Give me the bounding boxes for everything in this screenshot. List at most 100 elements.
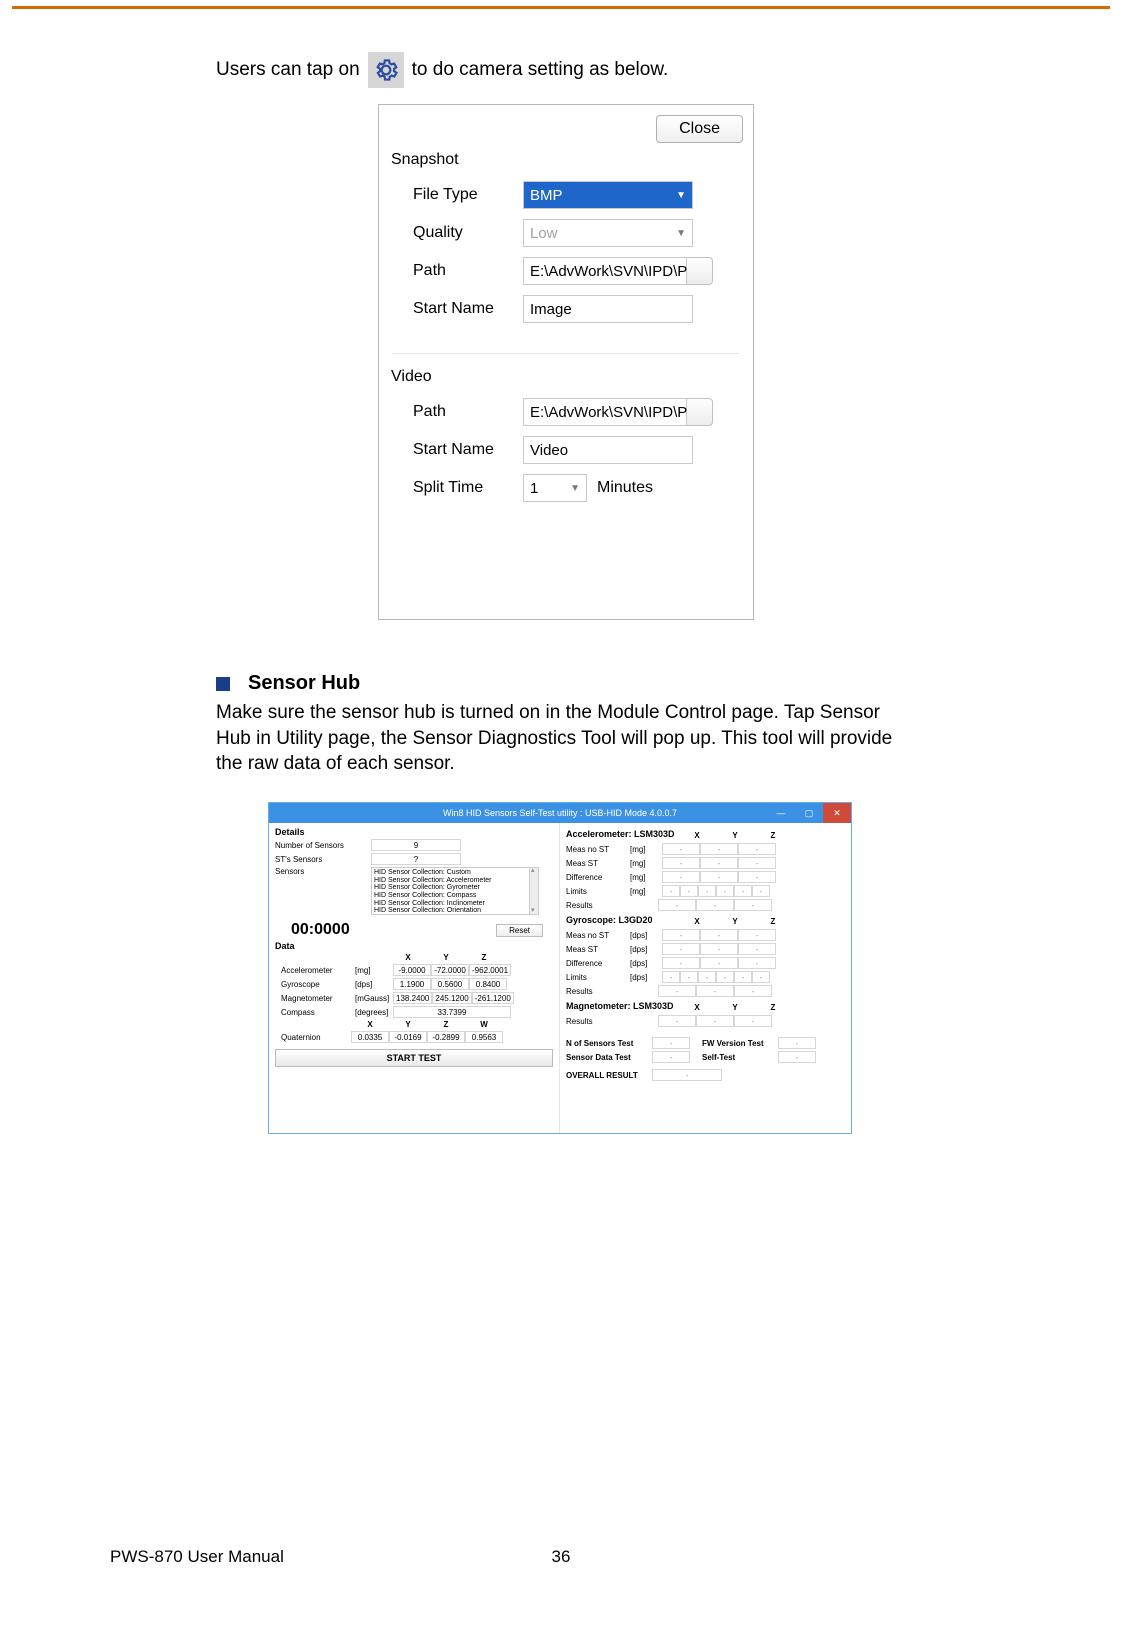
accel-unit: [mg] bbox=[355, 966, 393, 975]
cell: - bbox=[700, 857, 738, 869]
list-item: HID Sensor Collection: Accelerometer bbox=[374, 877, 536, 885]
cell: - bbox=[738, 943, 776, 955]
list-item: HID Sensor Collection: Gyrometer bbox=[374, 884, 536, 892]
section-body: Make sure the sensor hub is turned on in… bbox=[216, 700, 904, 777]
row-unit: [mg] bbox=[630, 859, 662, 868]
cell: - bbox=[662, 857, 700, 869]
compass-label: Compass bbox=[281, 1008, 351, 1017]
axis-w: W bbox=[465, 1020, 503, 1029]
row-unit: [mg] bbox=[630, 845, 662, 854]
accel-y: -72.0000 bbox=[431, 964, 469, 976]
gyro-x: 1.1900 bbox=[393, 978, 431, 990]
file-type-label: File Type bbox=[413, 186, 523, 204]
quality-select[interactable]: Low ▼ bbox=[523, 219, 693, 247]
row-unit: [mg] bbox=[630, 873, 662, 882]
cell: - bbox=[698, 971, 716, 983]
row-label: Limits bbox=[566, 887, 626, 896]
gear-icon bbox=[368, 52, 404, 88]
compass-value: 33.7399 bbox=[393, 1006, 511, 1018]
gyro-label: Gyroscope bbox=[281, 980, 351, 989]
list-item: HID Sensor Collection: Inclinometer bbox=[374, 900, 536, 908]
cell: - bbox=[652, 1037, 690, 1049]
video-path-input[interactable]: E:\AdvWork\SVN\IPD\P bbox=[523, 398, 687, 426]
magn-y: 245.1200 bbox=[432, 992, 471, 1004]
row-label: Results bbox=[566, 901, 658, 910]
snapshot-path-browse-button[interactable] bbox=[687, 257, 713, 285]
row-label: Meas no ST bbox=[566, 931, 626, 940]
split-time-select[interactable]: 1 ▼ bbox=[523, 474, 587, 502]
cell: - bbox=[716, 971, 734, 983]
intro-line: Users can tap on to do camera setting as… bbox=[216, 52, 668, 88]
axis-y: Y bbox=[716, 831, 754, 840]
sensor-diagnostics-window: Win8 HID Sensors Self-Test utility : USB… bbox=[268, 802, 852, 1134]
footer-page: 36 bbox=[110, 1547, 1012, 1567]
row-label: Results bbox=[566, 987, 658, 996]
cell: - bbox=[680, 971, 698, 983]
sensor-window-title: Win8 HID Sensors Self-Test utility : USB… bbox=[443, 808, 677, 818]
cell: - bbox=[658, 899, 696, 911]
cell: - bbox=[700, 871, 738, 883]
magn-label: Magnetometer bbox=[281, 994, 351, 1003]
sensor-right-panel: Accelerometer: LSM303D X Y Z Meas no ST[… bbox=[560, 823, 851, 1133]
accel-label: Accelerometer bbox=[281, 966, 351, 975]
quat-label: Quaternion bbox=[281, 1033, 351, 1042]
scrollbar[interactable] bbox=[529, 868, 538, 914]
sensors-listbox[interactable]: HID Sensor Collection: Custom HID Sensor… bbox=[371, 867, 539, 915]
cell: - bbox=[696, 985, 734, 997]
cell: - bbox=[734, 1015, 772, 1027]
video-startname-label: Start Name bbox=[413, 441, 523, 459]
list-item: HID Sensor Collection: Custom bbox=[374, 869, 536, 877]
intro-after: to do camera setting as below. bbox=[412, 57, 669, 83]
num-sensors-value: 9 bbox=[371, 839, 461, 851]
page-footer: PWS-870 User Manual 36 bbox=[110, 1547, 1012, 1567]
row-label: Meas ST bbox=[566, 859, 626, 868]
axis-x: X bbox=[389, 953, 427, 962]
compass-unit: [degrees] bbox=[355, 1008, 393, 1017]
list-item: HID Sensor Collection: Orientation bbox=[374, 907, 536, 915]
axis-y: Y bbox=[389, 1020, 427, 1029]
row-label: Meas ST bbox=[566, 945, 626, 954]
camera-settings-dialog: Close Snapshot File Type BMP ▼ Quality L… bbox=[378, 104, 754, 620]
cell: - bbox=[680, 885, 698, 897]
close-button[interactable]: Close bbox=[656, 115, 743, 143]
axis-y: Y bbox=[716, 917, 754, 926]
cell: - bbox=[734, 971, 752, 983]
snapshot-path-input[interactable]: E:\AdvWork\SVN\IPD\P bbox=[523, 257, 687, 285]
file-type-value: BMP bbox=[530, 187, 563, 204]
file-type-select[interactable]: BMP ▼ bbox=[523, 181, 693, 209]
fw-version-test-label: FW Version Test bbox=[702, 1039, 778, 1048]
axis-z: Z bbox=[427, 1020, 465, 1029]
cell: - bbox=[652, 1051, 690, 1063]
video-path-browse-button[interactable] bbox=[687, 398, 713, 426]
quality-label: Quality bbox=[413, 224, 523, 242]
reset-button[interactable]: Reset bbox=[496, 924, 543, 937]
row-label: Results bbox=[566, 1017, 658, 1026]
magn-x: 138.2400 bbox=[393, 992, 432, 1004]
cell: - bbox=[700, 957, 738, 969]
start-test-button[interactable]: START TEST bbox=[275, 1049, 553, 1067]
snapshot-group: Snapshot File Type BMP ▼ Quality Low ▼ P… bbox=[379, 147, 753, 343]
divider bbox=[393, 353, 739, 354]
maximize-button[interactable]: ▢ bbox=[795, 803, 823, 823]
sensor-data-test-label: Sensor Data Test bbox=[566, 1053, 652, 1062]
snapshot-path-label: Path bbox=[413, 262, 523, 280]
magn-z: -261.1200 bbox=[472, 992, 514, 1004]
quat-y: -0.0169 bbox=[389, 1031, 427, 1043]
axis-z: Z bbox=[754, 917, 792, 926]
video-title: Video bbox=[391, 366, 741, 392]
row-unit: [mg] bbox=[630, 887, 662, 896]
split-time-unit: Minutes bbox=[597, 479, 653, 497]
overall-result-label: OVERALL RESULT bbox=[566, 1071, 652, 1080]
sensors-list-label: Sensors bbox=[275, 867, 371, 876]
row-unit: [dps] bbox=[630, 973, 662, 982]
snapshot-startname-input[interactable]: Image bbox=[523, 295, 693, 323]
close-button[interactable]: ✕ bbox=[823, 803, 851, 823]
top-rule bbox=[12, 6, 1110, 9]
axis-z: Z bbox=[754, 1003, 792, 1012]
self-test-label: Self-Test bbox=[702, 1053, 778, 1062]
cell: - bbox=[752, 971, 770, 983]
row-label: Meas no ST bbox=[566, 845, 626, 854]
snapshot-startname-label: Start Name bbox=[413, 300, 523, 318]
video-startname-input[interactable]: Video bbox=[523, 436, 693, 464]
minimize-button[interactable]: — bbox=[767, 803, 795, 823]
